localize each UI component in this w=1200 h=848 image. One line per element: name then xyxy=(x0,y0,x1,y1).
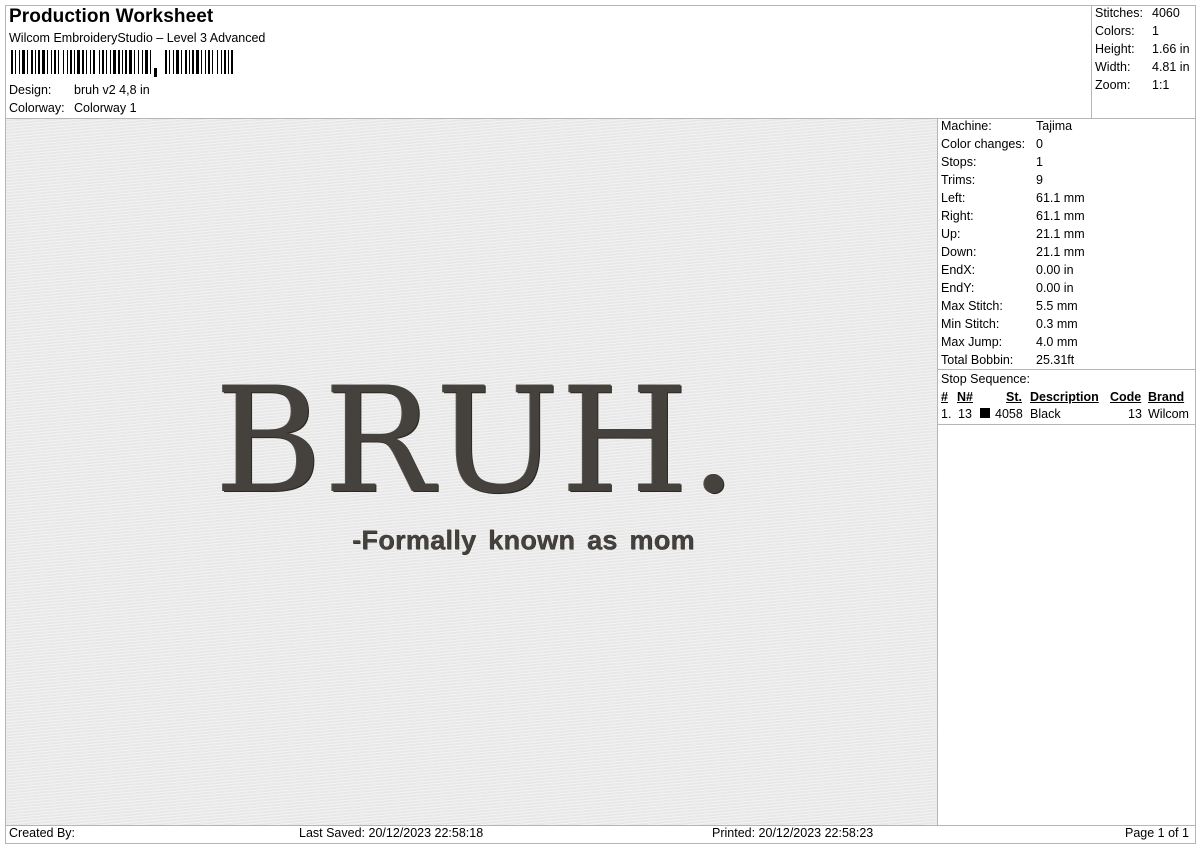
info-label: Min Stitch: xyxy=(941,317,1000,331)
info-value: Tajima xyxy=(1036,119,1073,133)
info-label: Max Jump: xyxy=(941,335,1003,349)
design-sub-text: -Formally known as mom xyxy=(352,525,695,555)
info-label: Total Bobbin: xyxy=(941,353,1014,367)
summary-value: 1.66 in xyxy=(1152,42,1190,56)
design-main-text: BRUH. xyxy=(215,356,739,526)
info-value: 21.1 mm xyxy=(1036,245,1085,259)
footer-page-number: Page 1 of 1 xyxy=(1125,826,1189,840)
design-value: bruh v2 4,8 in xyxy=(74,83,150,97)
color-swatch xyxy=(980,408,990,418)
summary-value: 4.81 in xyxy=(1152,60,1190,74)
stop-row-stitches: 4058 xyxy=(995,407,1023,421)
design-label: Design: xyxy=(9,83,52,97)
software-subtitle: Wilcom EmbroideryStudio – Level 3 Advanc… xyxy=(9,31,266,45)
stop-sequence-divider xyxy=(937,369,1196,370)
column-header-needle: N# xyxy=(957,390,973,404)
info-value: 1 xyxy=(1036,155,1043,169)
summary-value: 4060 xyxy=(1152,6,1180,20)
info-value: 21.1 mm xyxy=(1036,227,1085,241)
barcode-icon xyxy=(11,50,233,77)
column-header-num: # xyxy=(941,390,948,404)
summary-label: Width: xyxy=(1095,60,1131,74)
info-label: Stops: xyxy=(941,155,977,169)
info-label: EndX: xyxy=(941,263,976,277)
info-value: 9 xyxy=(1036,173,1043,187)
summary-value: 1 xyxy=(1152,24,1159,38)
info-label: Max Stitch: xyxy=(941,299,1003,313)
stop-row-divider xyxy=(937,424,1196,425)
column-header-brand: Brand xyxy=(1148,390,1185,404)
column-header-code: Code xyxy=(1110,390,1142,404)
summary-label: Stitches: xyxy=(1095,6,1143,20)
info-label: Machine: xyxy=(941,119,992,133)
info-value: 0 xyxy=(1036,137,1043,151)
info-label: Left: xyxy=(941,191,966,205)
colorway-value: Colorway 1 xyxy=(74,101,137,115)
footer-divider xyxy=(5,825,1196,826)
summary-label: Zoom: xyxy=(1095,78,1131,92)
stop-row-num: 1. xyxy=(941,407,952,421)
stop-sequence-title: Stop Sequence: xyxy=(941,372,1030,386)
footer-last-saved: Last Saved: 20/12/2023 22:58:18 xyxy=(299,826,484,840)
colorway-label: Colorway: xyxy=(9,101,65,115)
page-title: Production Worksheet xyxy=(9,6,214,27)
info-value: 61.1 mm xyxy=(1036,191,1085,205)
summary-value: 1:1 xyxy=(1152,78,1170,92)
info-label: Right: xyxy=(941,209,974,223)
info-value: 0.00 in xyxy=(1036,281,1074,295)
stop-row-code: 13 xyxy=(1128,407,1142,421)
info-label: Down: xyxy=(941,245,977,259)
stop-row-brand: Wilcom xyxy=(1148,407,1189,421)
info-label: EndY: xyxy=(941,281,975,295)
stop-row-needle: 13 xyxy=(958,407,972,421)
summary-divider xyxy=(1091,5,1092,118)
info-label: Color changes: xyxy=(941,137,1026,151)
column-header-description: Description xyxy=(1030,390,1099,404)
summary-label: Height: xyxy=(1095,42,1135,56)
footer-printed: Printed: 20/12/2023 22:58:23 xyxy=(712,826,874,840)
info-label: Up: xyxy=(941,227,961,241)
info-label: Trims: xyxy=(941,173,976,187)
info-value: 4.0 mm xyxy=(1036,335,1078,349)
stop-row-description: Black xyxy=(1030,407,1061,421)
summary-label: Colors: xyxy=(1095,24,1135,38)
info-panel-divider xyxy=(937,118,938,826)
column-header-stitches: St. xyxy=(1006,390,1022,404)
footer-created-by: Created By: xyxy=(9,826,76,840)
info-value: 5.5 mm xyxy=(1036,299,1078,313)
info-value: 61.1 mm xyxy=(1036,209,1085,223)
info-value: 0.00 in xyxy=(1036,263,1074,277)
info-value: 25.31ft xyxy=(1036,353,1075,367)
info-value: 0.3 mm xyxy=(1036,317,1078,331)
